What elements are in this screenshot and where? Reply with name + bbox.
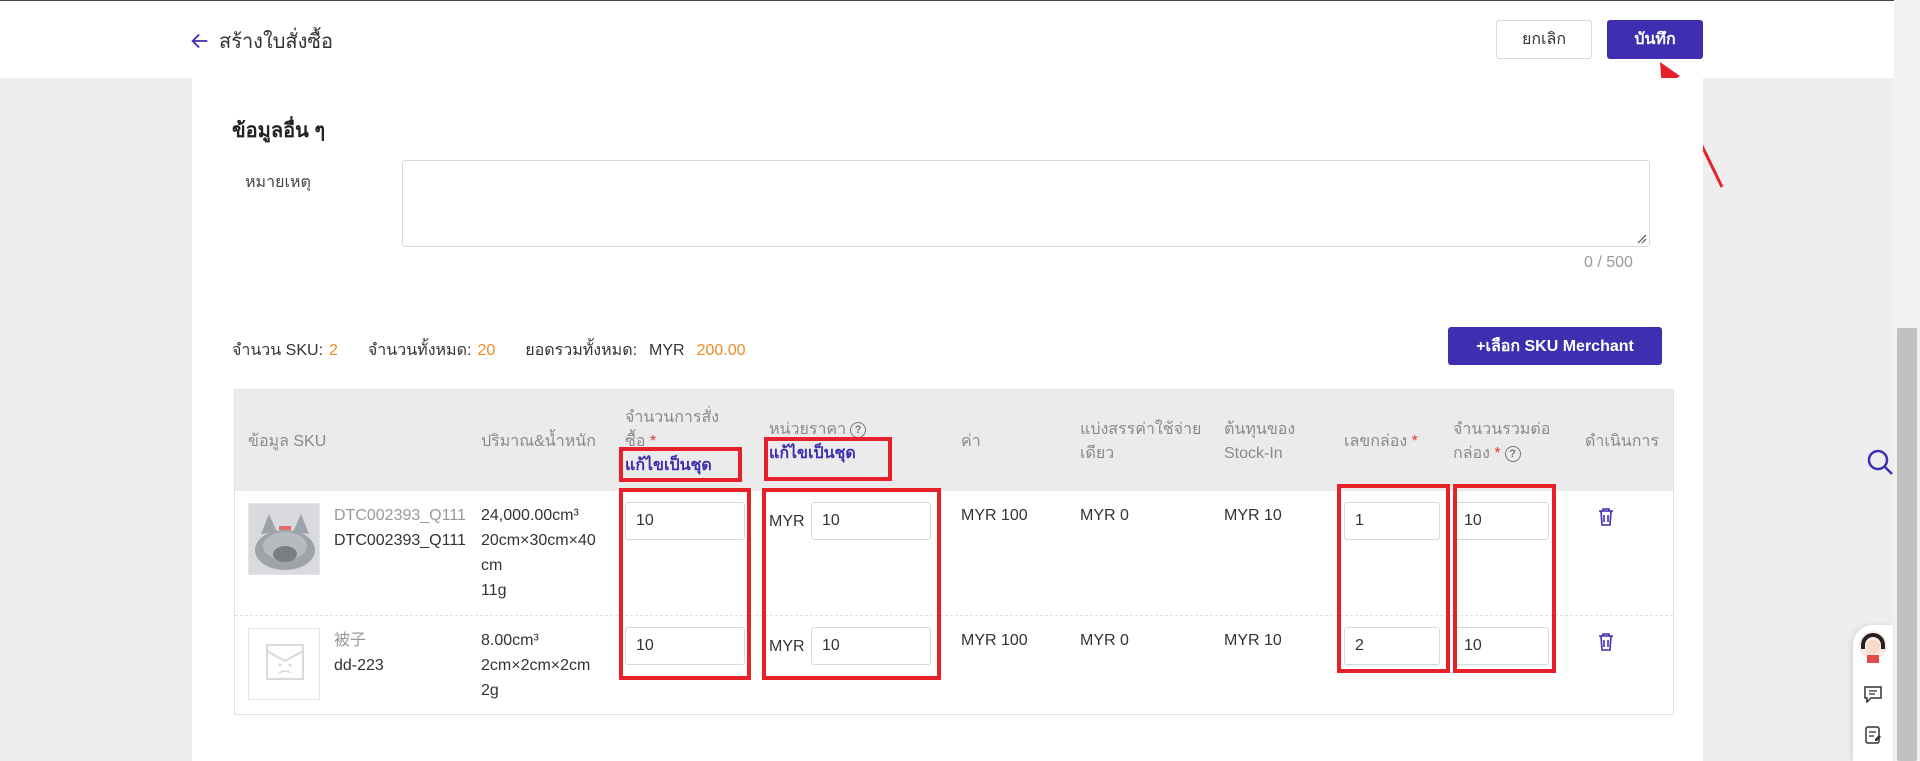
unit-price-input[interactable]: 10 [811, 627, 931, 665]
th-volume-weight: ปริมาณ&น้ำหนัก [481, 433, 596, 450]
scrollbar-thumb[interactable] [1897, 328, 1917, 761]
back-link[interactable]: สร้างใบสั่งซื้อ [189, 25, 333, 57]
qty-per-box-input[interactable]: 10 [1453, 627, 1549, 665]
th-order-qty-line1: จำนวนการสั่ง [625, 409, 720, 426]
th-unit-price-label: หน่วยราคา [769, 421, 847, 438]
stockin-cost: MYR 10 [1224, 507, 1282, 524]
support-avatar-icon[interactable] [1857, 629, 1889, 665]
row-divider [235, 615, 1673, 616]
box-no-input[interactable]: 2 [1344, 627, 1440, 665]
unit-price-input[interactable]: 10 [811, 502, 931, 540]
summary-bar: จำนวน SKU: 2 จำนวนทั้งหมด: 20 ยอดรวมทั้ง… [232, 338, 746, 363]
table-header: ข้อมูล SKU ปริมาณ&น้ำหนัก จำนวนการสั่ง ซ… [235, 390, 1673, 491]
total-qty-label: จำนวนทั้งหมด: [367, 342, 472, 359]
th-stockin-cost: ต้นทุนของ Stock-In [1224, 418, 1295, 466]
dimensions: 2cm×2cm×2cm [481, 657, 591, 674]
th-value: ค่า [961, 433, 981, 450]
th-box-no-label: เลขกล่อง [1344, 433, 1408, 450]
shared-cost: MYR 0 [1080, 507, 1129, 524]
shared-cost: MYR 0 [1080, 632, 1129, 649]
help-circle-icon[interactable]: ? [850, 421, 867, 438]
th-stockin-cost-line1: ต้นทุนของ [1224, 421, 1296, 438]
sku-image [248, 628, 320, 700]
volume: 8.00cm³ [481, 632, 539, 649]
char-counter: 0 / 500 [1584, 254, 1633, 271]
cancel-button[interactable]: ยกเลิก [1496, 20, 1592, 59]
sku-count-value: 2 [329, 341, 338, 359]
product-photo-icon [249, 504, 319, 574]
save-button[interactable]: บันทึก [1607, 20, 1703, 59]
batch-edit-qty-link[interactable]: แก้ไขเป็นชุด [625, 454, 719, 478]
total-amount-value: 200.00 [696, 341, 746, 359]
th-actions: ดำเนินการ [1585, 433, 1659, 450]
notes-icon[interactable] [1864, 725, 1882, 745]
qty-per-box-input[interactable]: 10 [1453, 502, 1549, 540]
total-amount-label: ยอดรวมทั้งหมด: [525, 342, 638, 359]
sku-count-label: จำนวน SKU: [232, 342, 324, 359]
weight: 11g [481, 582, 507, 599]
search-icon[interactable] [1866, 448, 1894, 476]
th-shared-cost-line2: เดียว [1080, 445, 1115, 462]
value: MYR 100 [961, 507, 1028, 524]
th-sku-info: ข้อมูล SKU [248, 433, 327, 450]
arrow-left-icon [191, 33, 208, 49]
trash-icon[interactable] [1597, 632, 1615, 652]
section-title: ข้อมูลอื่น ๆ [232, 120, 326, 142]
price-currency: MYR [769, 638, 805, 655]
top-bar: สร้างใบสั่งซื้อ ยกเลิก บันทึก [0, 0, 1894, 78]
stockin-cost: MYR 10 [1224, 632, 1282, 649]
th-shared-cost: แบ่งสรรค่าใช้จ่าย เดียว [1080, 418, 1201, 466]
th-order-qty: จำนวนการสั่ง ซื้อ * แก้ไขเป็นชุด [625, 406, 719, 478]
remark-textarea[interactable] [402, 160, 1650, 247]
batch-edit-price-link[interactable]: แก้ไขเป็นชุด [769, 442, 866, 466]
th-order-qty-line2: ซื้อ [625, 433, 646, 450]
th-box-no: เลขกล่อง * [1344, 430, 1418, 454]
required-mark: * [649, 433, 657, 450]
th-qty-per-box-line1: จำนวนรวมต่อ [1453, 421, 1551, 438]
th-unit-price: หน่วยราคา? แก้ไขเป็นชุด [769, 418, 867, 466]
th-qty-per-box: จำนวนรวมต่อ กล่อง *? [1453, 418, 1550, 466]
help-circle-icon[interactable]: ? [1504, 445, 1521, 462]
dimensions: 20cm×30cm×40 [481, 532, 596, 549]
sku-code: DTC002393_Q111 [334, 532, 466, 549]
order-qty-input[interactable]: 10 [625, 627, 745, 665]
sku-name: 被子 [334, 632, 367, 649]
box-no-input[interactable]: 1 [1344, 502, 1440, 540]
sku-name: DTC002393_Q111 [334, 507, 466, 524]
th-qty-per-box-line2: กล่อง [1453, 445, 1490, 462]
add-sku-button[interactable]: +เลือก SKU Merchant [1448, 327, 1662, 365]
trash-icon[interactable] [1597, 507, 1615, 527]
th-shared-cost-line1: แบ่งสรรค่าใช้จ่าย [1080, 421, 1202, 438]
required-mark: * [1411, 433, 1418, 450]
sku-image [248, 503, 320, 575]
total-qty-value: 20 [477, 341, 496, 359]
remark-label: หมายเหตุ [245, 174, 311, 191]
volume: 24,000.00cm³ [481, 507, 579, 524]
sku-table: ข้อมูล SKU ปริมาณ&น้ำหนัก จำนวนการสั่ง ซ… [234, 389, 1674, 715]
price-currency: MYR [769, 513, 805, 530]
assistant-panel [1853, 625, 1893, 761]
required-mark: * [1494, 445, 1501, 462]
resize-handle-icon[interactable] [1635, 232, 1647, 244]
th-stockin-cost-line2: Stock-In [1224, 445, 1283, 462]
page-title: สร้างใบสั่งซื้อ [219, 31, 333, 53]
total-currency: MYR [649, 341, 685, 359]
dimensions-cont: cm [481, 557, 503, 574]
sku-code: dd-223 [334, 657, 384, 674]
weight: 2g [481, 682, 499, 699]
value: MYR 100 [961, 632, 1028, 649]
order-qty-input[interactable]: 10 [625, 502, 745, 540]
no-image-icon [266, 644, 304, 680]
chat-icon[interactable] [1863, 685, 1883, 703]
